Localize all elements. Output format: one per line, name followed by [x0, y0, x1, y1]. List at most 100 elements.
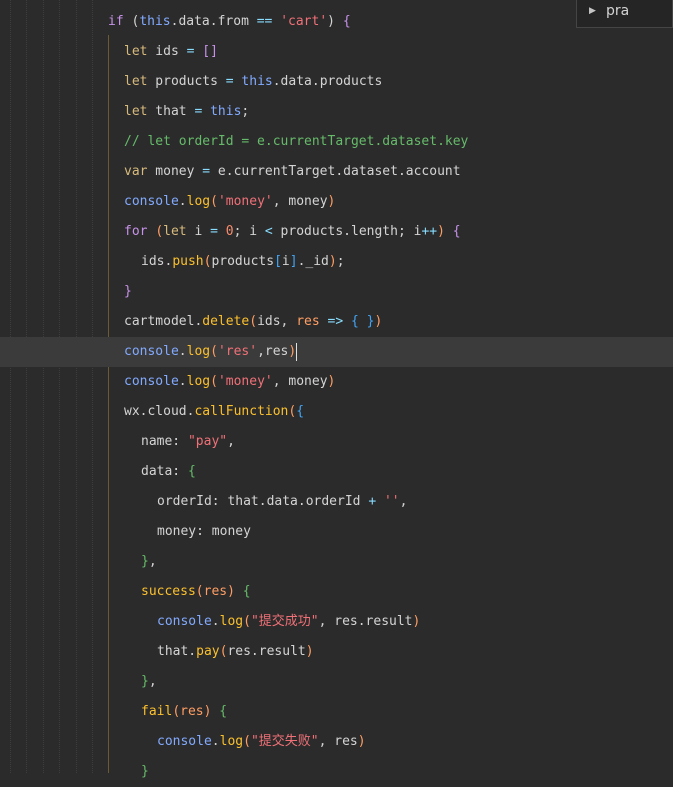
code-token: ): [357, 734, 366, 749]
code-token: "pay": [187, 434, 228, 449]
code-line[interactable]: fail(res) {: [141, 697, 227, 727]
code-token: let: [124, 74, 148, 89]
code-token: ._id: [297, 254, 329, 269]
code-line[interactable]: let products = this.data.products: [124, 67, 382, 97]
code-line[interactable]: console.log('money', money): [124, 367, 335, 397]
code-line[interactable]: },: [141, 547, 157, 577]
code-token: (: [210, 194, 218, 209]
code-line[interactable]: if (this.data.from == 'cart') {: [108, 7, 351, 37]
code-token: this: [210, 104, 242, 119]
code-token: {: [219, 704, 228, 719]
code-line[interactable]: // let orderId = e.currentTarget.dataset…: [124, 127, 468, 157]
code-line[interactable]: for (let i = 0; i < products.length; i++…: [124, 217, 461, 247]
code-token: if: [108, 14, 124, 29]
code-token: delete: [202, 314, 250, 329]
code-token: name:: [141, 434, 188, 449]
code-token: i: [186, 224, 211, 239]
code-line[interactable]: that.pay(res.result): [157, 637, 314, 667]
code-line[interactable]: console.log("提交成功", res.result): [157, 607, 420, 637]
code-token: , money: [272, 194, 328, 209]
code-token: success: [141, 584, 196, 599]
code-token: <: [264, 224, 273, 239]
code-token: ,: [399, 494, 408, 509]
code-token: ,: [227, 434, 235, 449]
code-line[interactable]: },: [141, 667, 157, 697]
code-token: res.result: [227, 644, 306, 659]
code-line[interactable]: let that = this;: [124, 97, 249, 127]
code-token: 'money': [217, 374, 273, 389]
code-line[interactable]: orderId: that.data.orderId + '',: [157, 487, 407, 517]
code-line[interactable]: let ids = []: [124, 37, 218, 67]
autocomplete-item-label[interactable]: pra: [606, 3, 629, 19]
indent-guide: [92, 0, 93, 773]
code-token: money: money: [157, 524, 251, 539]
code-line[interactable]: console.log('money', money): [124, 187, 335, 217]
code-token: ): [288, 344, 297, 359]
code-line[interactable]: console.log("提交失败", res): [157, 727, 366, 757]
code-token: }: [141, 674, 149, 689]
code-line[interactable]: ids.push(products[i]._id);: [141, 247, 345, 277]
indent-guide: [76, 0, 77, 773]
code-token: =: [202, 164, 211, 179]
code-token: products: [211, 254, 275, 269]
code-token: that: [147, 104, 195, 119]
code-token: res: [296, 314, 320, 329]
code-token: ids: [147, 44, 187, 59]
code-token: i: [281, 254, 290, 269]
code-token: console: [124, 374, 179, 389]
code-token: []: [202, 44, 218, 59]
code-token: (: [210, 374, 218, 389]
code-token: // let orderId = e.currentTarget.dataset…: [124, 134, 469, 149]
code-token: ): [374, 314, 383, 329]
code-token: {: [296, 404, 305, 419]
code-editor[interactable]: if (this.data.from == 'cart') {let ids =…: [0, 0, 673, 779]
code-line[interactable]: money: money: [157, 517, 251, 547]
code-token: (: [123, 14, 140, 29]
code-token: ;: [336, 254, 345, 269]
code-token: }: [141, 554, 149, 569]
active-indent-guide: [108, 35, 109, 773]
autocomplete-popup[interactable]: ▶ pra: [576, 0, 673, 28]
code-token: ,res: [257, 344, 289, 359]
code-token: .: [211, 614, 220, 629]
code-token: [: [274, 254, 282, 269]
code-line[interactable]: var money = e.currentTarget.dataset.acco…: [124, 157, 461, 187]
code-token: (: [249, 314, 258, 329]
code-line[interactable]: }: [124, 277, 132, 307]
code-token: .data.products: [272, 74, 383, 89]
code-token: (: [210, 344, 218, 359]
code-token: =: [225, 74, 234, 89]
code-token: log: [186, 194, 211, 209]
code-token: ): [227, 584, 235, 599]
code-token: let: [124, 104, 148, 119]
code-token: (: [243, 614, 251, 629]
code-token: ): [437, 224, 445, 239]
code-token: that.: [157, 644, 197, 659]
code-token: =: [210, 224, 218, 239]
code-token: ): [305, 644, 314, 659]
code-token: , res: [318, 734, 358, 749]
code-token: ; i: [233, 224, 265, 239]
code-token: .data.from: [170, 14, 257, 29]
code-token: }: [141, 764, 149, 779]
code-token: for: [124, 224, 148, 239]
code-line[interactable]: name: "pay",: [141, 427, 235, 457]
code-token: =>: [327, 314, 344, 329]
code-line[interactable]: cartmodel.delete(ids, res => { }): [124, 307, 382, 337]
code-line[interactable]: wx.cloud.callFunction({: [124, 397, 304, 427]
code-token: console: [124, 344, 179, 359]
code-token: cartmodel.: [124, 314, 203, 329]
code-line[interactable]: }: [141, 757, 149, 787]
code-token: (: [195, 584, 204, 599]
code-token: 'res': [217, 344, 258, 359]
triangle-right-icon[interactable]: ▶: [589, 6, 596, 16]
code-token: let: [124, 44, 148, 59]
code-token: (: [243, 734, 251, 749]
code-line[interactable]: console.log('res',res): [124, 337, 298, 367]
code-line[interactable]: data: {: [141, 457, 196, 487]
code-line[interactable]: success(res) {: [141, 577, 251, 607]
code-token: products: [147, 74, 226, 89]
code-token: ): [327, 374, 336, 389]
code-token: console: [157, 734, 212, 749]
